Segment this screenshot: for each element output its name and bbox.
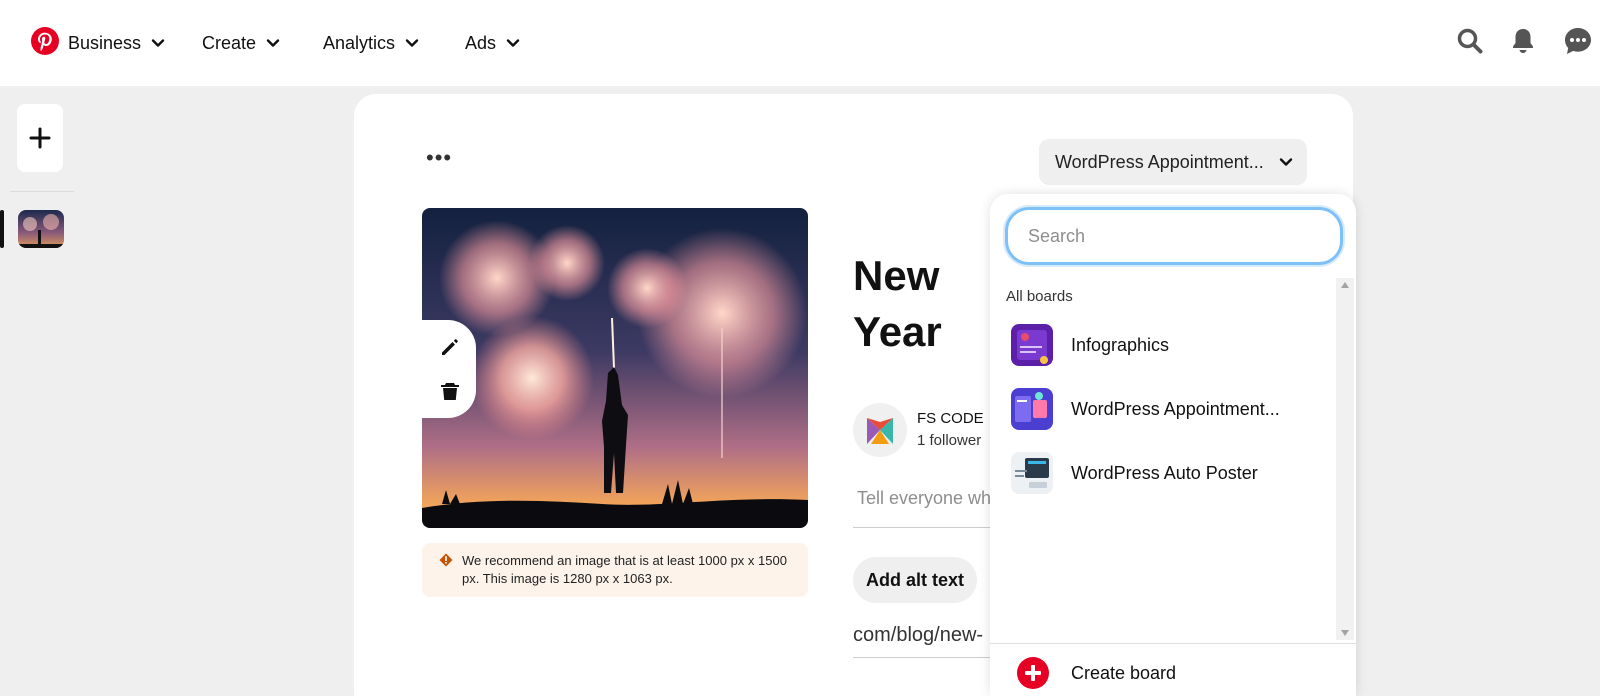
trash-icon[interactable] — [439, 380, 461, 402]
create-board-label: Create board — [1071, 662, 1177, 683]
board-item-wordpress-auto-poster[interactable]: WordPress Auto Poster — [1011, 446, 1311, 500]
active-indicator — [0, 210, 4, 248]
warning-text: We recommend an image that is at least 1… — [462, 553, 787, 586]
pencil-icon[interactable] — [439, 336, 461, 358]
nav-analytics[interactable]: Analytics — [323, 30, 419, 56]
account-followers: 1 follower — [917, 432, 982, 449]
nav-business-label: Business — [68, 32, 142, 53]
pinterest-logo-icon[interactable] — [31, 27, 59, 55]
nav-ads-label: Ads — [465, 32, 497, 53]
bell-icon[interactable] — [1508, 26, 1538, 56]
account-name: FS CODE — [917, 410, 984, 427]
dropdown-scrollbar[interactable] — [1336, 278, 1354, 640]
chevron-down-icon — [506, 39, 520, 47]
nav-ads[interactable]: Ads — [465, 30, 520, 56]
draft-pin-thumbnail[interactable] — [18, 210, 64, 248]
chevron-down-icon — [405, 39, 419, 47]
top-navigation: Business Create Analytics Ads — [0, 0, 1600, 86]
search-icon[interactable] — [1455, 26, 1485, 56]
board-search-input[interactable] — [1028, 225, 1318, 247]
create-board-button[interactable]: Create board — [1017, 657, 1176, 689]
pin-title[interactable]: New Year Media C — [853, 248, 993, 360]
rail-divider — [10, 191, 74, 192]
board-dropdown — [990, 194, 1356, 696]
add-pin-button[interactable] — [17, 104, 63, 172]
board-search[interactable] — [1005, 207, 1343, 265]
nav-create-label: Create — [202, 32, 257, 53]
board-thumbnail — [1011, 452, 1053, 494]
board-label: WordPress Auto Poster — [1071, 462, 1258, 483]
board-thumbnail — [1011, 388, 1053, 430]
scroll-up-arrow-icon[interactable] — [1341, 282, 1349, 288]
board-item-infographics[interactable]: Infographics — [1011, 318, 1311, 372]
image-size-warning: We recommend an image that is at least 1… — [422, 543, 808, 597]
board-thumbnail — [1011, 324, 1053, 366]
description-underline — [853, 527, 993, 528]
board-item-wordpress-appointment[interactable]: WordPress Appointment... — [1011, 382, 1311, 436]
more-options-button[interactable]: ••• — [426, 147, 452, 169]
image-actions — [422, 320, 476, 418]
scroll-down-arrow-icon[interactable] — [1341, 630, 1349, 636]
account-avatar — [853, 403, 907, 457]
dropdown-divider — [990, 643, 1356, 644]
chevron-down-icon — [1279, 158, 1293, 166]
nav-analytics-label: Analytics — [323, 32, 396, 53]
board-select[interactable]: WordPress Appointment... — [1039, 139, 1307, 185]
add-alt-text-button[interactable]: Add alt text — [853, 557, 977, 603]
chevron-down-icon — [151, 39, 165, 47]
chevron-down-icon — [266, 39, 280, 47]
board-label: WordPress Appointment... — [1071, 398, 1280, 419]
board-select-label: WordPress Appointment... — [1055, 151, 1264, 172]
warning-icon — [439, 553, 453, 567]
pin-image — [422, 208, 808, 528]
all-boards-heading: All boards — [1006, 288, 1073, 305]
plus-icon — [29, 127, 51, 149]
nav-create[interactable]: Create — [202, 30, 280, 56]
link-underline — [853, 657, 993, 658]
plus-circle-icon — [1017, 657, 1049, 689]
description-field[interactable]: Tell everyone wh — [857, 488, 992, 509]
board-label: Infographics — [1071, 334, 1170, 355]
nav-business[interactable]: Business — [68, 30, 165, 56]
messages-icon[interactable] — [1563, 26, 1593, 56]
destination-link-field[interactable]: com/blog/new- — [853, 624, 993, 647]
